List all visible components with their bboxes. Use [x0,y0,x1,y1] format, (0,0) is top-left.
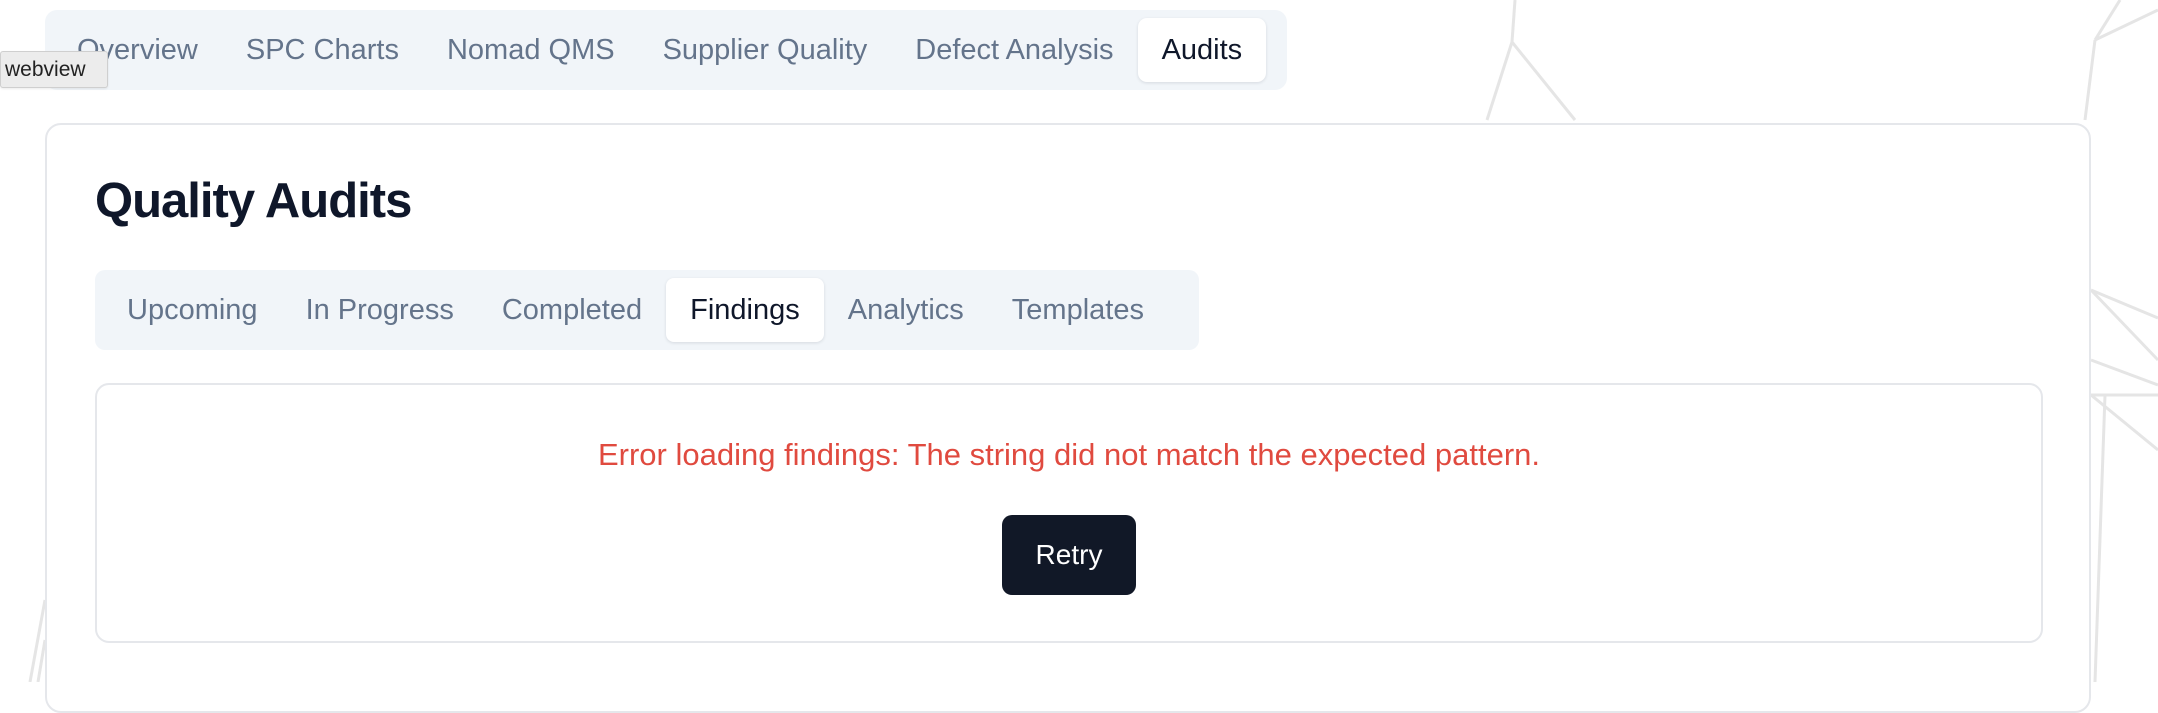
webview-debug-label: webview [0,51,108,88]
tab-spc-charts[interactable]: SPC Charts [222,18,423,82]
audit-sub-tab-bar: Upcoming In Progress Completed Findings … [95,270,1199,350]
page-title: Quality Audits [95,174,412,228]
tab-nomad-qms[interactable]: Nomad QMS [423,18,639,82]
retry-button[interactable]: Retry [1002,515,1136,595]
tab-in-progress[interactable]: In Progress [282,278,478,342]
tab-completed[interactable]: Completed [478,278,666,342]
tab-supplier-quality[interactable]: Supplier Quality [639,18,892,82]
findings-error-panel: Error loading findings: The string did n… [95,383,2043,643]
tab-audits[interactable]: Audits [1137,18,1267,82]
error-message: Error loading findings: The string did n… [597,437,1541,472]
top-tab-bar: Overview SPC Charts Nomad QMS Supplier Q… [45,10,1287,90]
tab-analytics[interactable]: Analytics [824,278,988,342]
audits-card: Quality Audits Upcoming In Progress Comp… [45,123,2091,713]
tab-upcoming[interactable]: Upcoming [103,278,282,342]
tab-templates[interactable]: Templates [988,278,1168,342]
tab-findings[interactable]: Findings [666,278,824,342]
tab-defect-analysis[interactable]: Defect Analysis [891,18,1137,82]
